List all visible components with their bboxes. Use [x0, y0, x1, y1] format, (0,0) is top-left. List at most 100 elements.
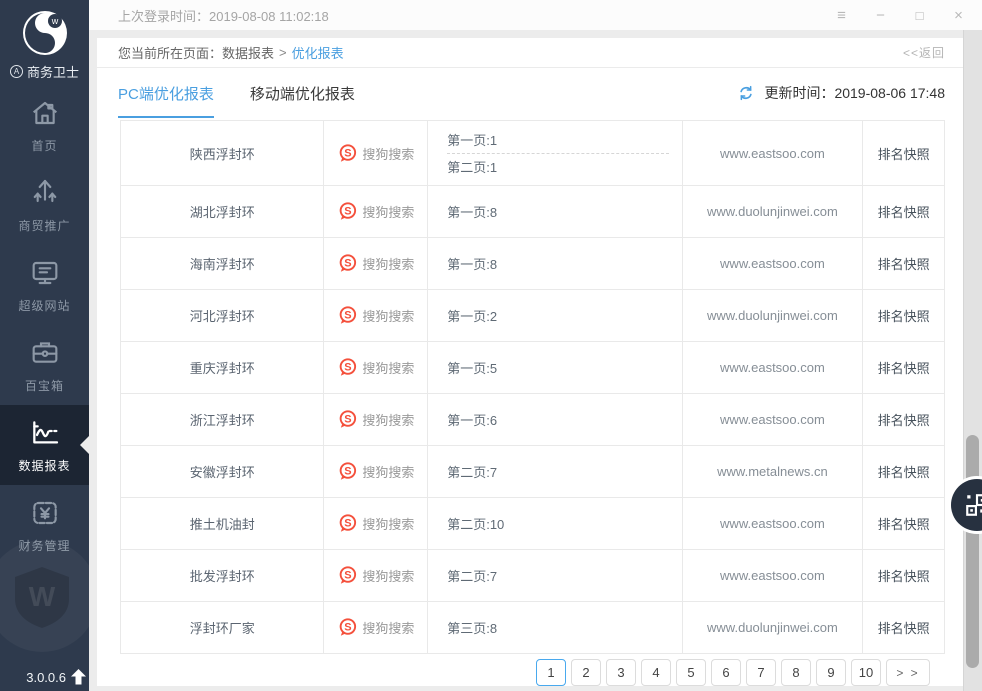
rank-value: 第一页:1	[447, 133, 498, 148]
next-page-button[interactable]: > >	[886, 659, 930, 686]
sogou-icon: S	[340, 618, 357, 636]
keyword-cell: 推土机油封	[121, 498, 325, 549]
rank-value: 第一页:8	[447, 205, 498, 220]
engine-cell: S 搜狗搜索	[324, 186, 429, 237]
rank-cell: 第一页:8	[428, 186, 683, 237]
rank-cell: 第二页:7	[428, 446, 683, 497]
refresh-icon[interactable]	[737, 84, 755, 102]
snapshot-link[interactable]: 排名快照	[863, 342, 944, 393]
window-controls: ≡ − □ ×	[822, 0, 978, 30]
engine-cell: S 搜狗搜索	[324, 121, 429, 185]
svg-text:S: S	[345, 622, 352, 634]
snapshot-link[interactable]: 排名快照	[863, 186, 944, 237]
content-area: 您当前所在页面： 数据报表 > 优化报表 <<返回 PC端优化报表 移动端优化报…	[89, 30, 982, 691]
rank-value: 第一页:5	[447, 361, 498, 376]
vertical-scrollbar-thumb[interactable]	[966, 435, 979, 668]
engine-cell: S 搜狗搜索	[324, 238, 429, 289]
snapshot-link[interactable]: 排名快照	[863, 602, 944, 653]
engine-label: 搜狗搜索	[362, 517, 415, 532]
snapshot-link[interactable]: 排名快照	[863, 498, 944, 549]
snapshot-link[interactable]: 排名快照	[863, 121, 944, 185]
page-button-6[interactable]: 6	[711, 659, 741, 686]
main-panel: 您当前所在页面： 数据报表 > 优化报表 <<返回 PC端优化报表 移动端优化报…	[97, 38, 963, 686]
breadcrumb-current[interactable]: 优化报表	[292, 43, 344, 62]
monitor-icon	[28, 256, 62, 290]
page-button-3[interactable]: 3	[606, 659, 636, 686]
app-window: w A 商务卫士 首页 商贸推广 超级网站 百宝箱 数据报表 财务管理 W 3.0.0.6…	[0, 0, 982, 691]
sidebar-item-home[interactable]: 首页	[0, 85, 89, 165]
engine-cell: S 搜狗搜索	[324, 290, 429, 341]
keyword-cell: 批发浮封环	[121, 550, 325, 601]
engine-label: 搜狗搜索	[362, 309, 415, 324]
svg-text:S: S	[345, 147, 352, 159]
sogou-icon: S	[340, 566, 357, 584]
engine-cell: S 搜狗搜索	[324, 394, 429, 445]
page-button-1[interactable]: 1	[536, 659, 566, 686]
sidebar-item-super-website[interactable]: 超级网站	[0, 245, 89, 325]
table-row: 陕西浮封环 S 搜狗搜索 第一页:1 第二页:1 www.eastsoo.com 排名快照	[121, 121, 944, 186]
upgrade-arrow-icon[interactable]	[71, 669, 86, 685]
page-button-8[interactable]: 8	[781, 659, 811, 686]
svg-text:W: W	[29, 581, 56, 612]
brand: A 商务卫士	[0, 62, 89, 81]
engine-cell: S 搜狗搜索	[324, 550, 429, 601]
sidebar-item-label: 首页	[31, 139, 58, 153]
sidebar: w A 商务卫士 首页 商贸推广 超级网站 百宝箱 数据报表 财务管理 W 3.0.0.6	[0, 0, 89, 691]
svg-text:S: S	[345, 362, 352, 374]
website-cell: www.duolunjinwei.com	[683, 602, 864, 653]
sidebar-item-promotion[interactable]: 商贸推广	[0, 165, 89, 245]
table-row: 河北浮封环 S 搜狗搜索 第一页:2 www.duolunjinwei.com 排名快照	[121, 290, 944, 342]
website-cell: www.duolunjinwei.com	[683, 186, 864, 237]
finance-icon	[28, 496, 62, 530]
table-row: 湖北浮封环 S 搜狗搜索 第一页:8 www.duolunjinwei.com 排名快照	[121, 186, 944, 238]
home-icon	[28, 96, 62, 130]
rank-cell: 第一页:1 第二页:1	[428, 121, 683, 185]
snapshot-link[interactable]: 排名快照	[863, 394, 944, 445]
tab-mobile-report[interactable]: 移动端优化报表	[250, 68, 355, 118]
website-cell: www.eastsoo.com	[683, 550, 864, 601]
titlebar: 上次登录时间：2019-08-08 11:02:18 ≡ − □ ×	[89, 0, 982, 30]
sidebar-item-toolbox[interactable]: 百宝箱	[0, 325, 89, 405]
page-button-4[interactable]: 4	[641, 659, 671, 686]
rank-cell: 第一页:8	[428, 238, 683, 289]
version-label: 3.0.0.6	[26, 669, 66, 685]
snapshot-link[interactable]: 排名快照	[863, 446, 944, 497]
page-button-9[interactable]: 9	[816, 659, 846, 686]
snapshot-link[interactable]: 排名快照	[863, 550, 944, 601]
active-notch	[80, 436, 89, 454]
table-row: 海南浮封环 S 搜狗搜索 第一页:8 www.eastsoo.com 排名快照	[121, 238, 944, 290]
page-button-2[interactable]: 2	[571, 659, 601, 686]
keyword-cell: 海南浮封环	[121, 238, 325, 289]
chart-icon	[28, 416, 62, 450]
rank-cell: 第一页:6	[428, 394, 683, 445]
close-icon[interactable]: ×	[939, 0, 978, 30]
engine-label: 搜狗搜索	[362, 465, 415, 480]
table-row: 浮封环厂家 S 搜狗搜索 第三页:8 www.duolunjinwei.com 排名快照	[121, 602, 944, 654]
svg-text:S: S	[345, 310, 352, 322]
rank-value: 第三页:8	[447, 621, 498, 636]
sogou-icon: S	[340, 306, 357, 324]
brand-badge-icon: A	[9, 65, 23, 78]
rank-value: 第二页:7	[447, 569, 498, 584]
sidebar-item-label: 数据报表	[18, 459, 71, 473]
menu-icon[interactable]: ≡	[822, 0, 861, 30]
last-login-text: 上次登录时间：2019-08-08 11:02:18	[118, 8, 329, 24]
rank-value: 第二页:1	[447, 160, 498, 175]
breadcrumb-parent[interactable]: 数据报表	[222, 43, 274, 62]
engine-label: 搜狗搜索	[362, 621, 415, 636]
page-button-5[interactable]: 5	[676, 659, 706, 686]
minimize-icon[interactable]: −	[861, 0, 900, 30]
snapshot-link[interactable]: 排名快照	[863, 290, 944, 341]
page-button-7[interactable]: 7	[746, 659, 776, 686]
sidebar-item-label: 百宝箱	[24, 379, 64, 393]
snapshot-link[interactable]: 排名快照	[863, 238, 944, 289]
back-link[interactable]: <<返回	[903, 44, 945, 61]
sidebar-item-data-report[interactable]: 数据报表	[0, 405, 89, 485]
website-cell: www.eastsoo.com	[683, 238, 864, 289]
page-button-10[interactable]: 10	[851, 659, 881, 686]
logo-icon: w	[22, 11, 67, 55]
tab-pc-report[interactable]: PC端优化报表	[118, 68, 214, 118]
maximize-icon[interactable]: □	[900, 0, 939, 30]
engine-cell: S 搜狗搜索	[324, 602, 429, 653]
keyword-cell: 浮封环厂家	[121, 602, 325, 653]
